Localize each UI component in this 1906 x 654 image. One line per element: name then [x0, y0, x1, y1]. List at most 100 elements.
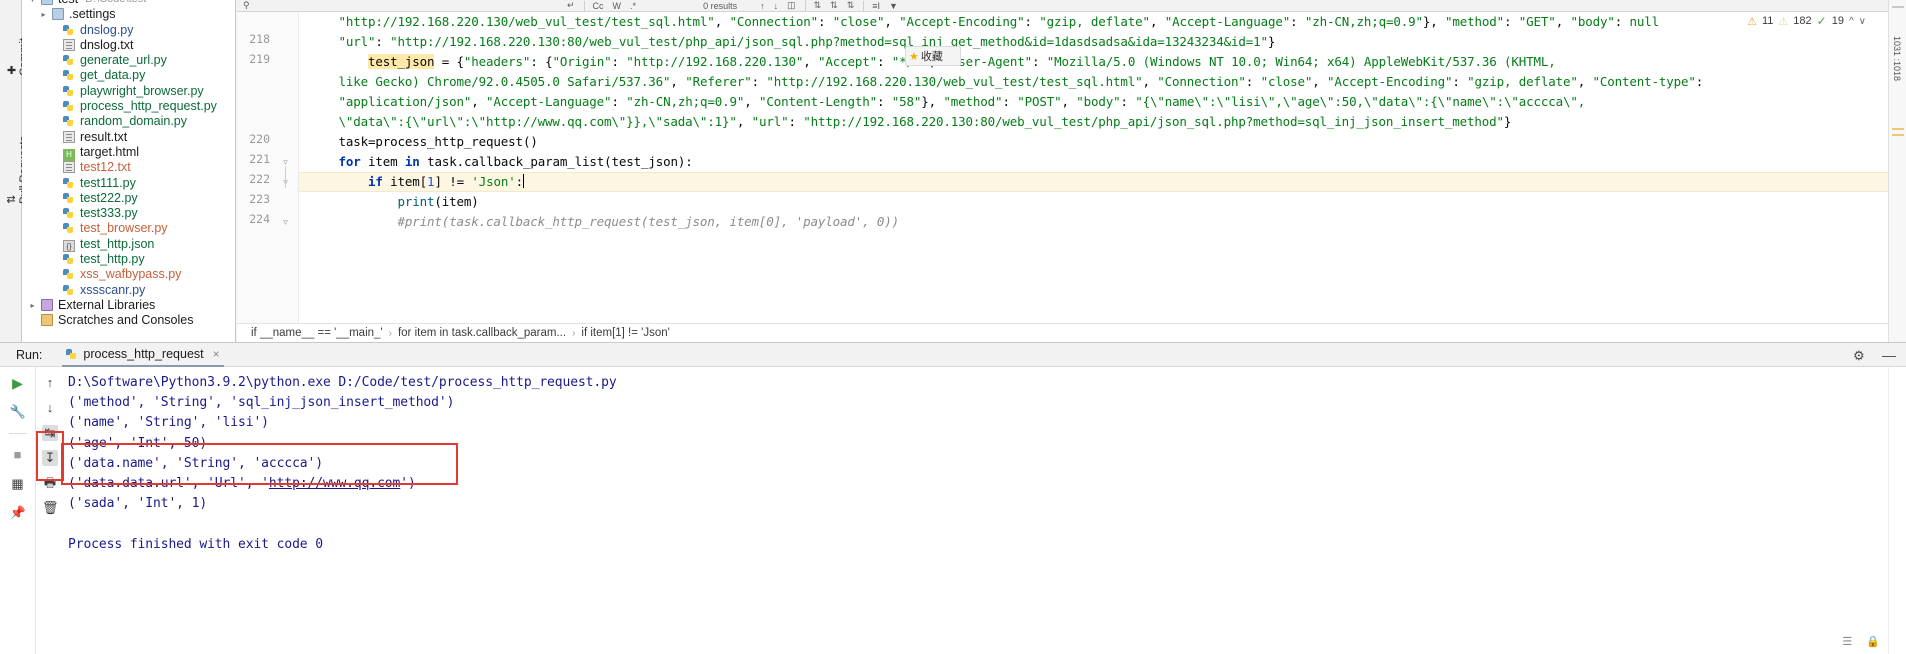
- edit-configuration-button[interactable]: 🔧: [10, 404, 26, 420]
- tree-item-generate-url-py[interactable]: generate_url.py: [22, 53, 235, 68]
- tree-item-test222-py[interactable]: test222.py: [22, 191, 235, 206]
- stop-button[interactable]: ■: [10, 447, 26, 463]
- match-case-icon[interactable]: Cc: [583, 0, 604, 11]
- settings-icon[interactable]: ⚙: [1853, 349, 1866, 362]
- code-line[interactable]: task=process_http_request(): [309, 132, 538, 152]
- tree-item-test-http-json[interactable]: {} test_http.json: [22, 237, 235, 253]
- words-icon[interactable]: W: [613, 1, 622, 11]
- py-file-icon: [63, 115, 75, 127]
- close-icon[interactable]: ×: [213, 347, 220, 361]
- tree-item-playwright-browser-py[interactable]: playwright_browser.py: [22, 84, 235, 99]
- project-tool-window[interactable]: ▾ testD:\Code\test ▸ .settingsdnslog.pydnsl…: [22, 0, 236, 400]
- tree-item-external-libraries[interactable]: ▸ External Libraries: [22, 298, 235, 313]
- rail-marker[interactable]: [1892, 128, 1904, 130]
- in-identifiers-icon[interactable]: ⇅: [847, 0, 855, 11]
- tree-item--settings[interactable]: ▸ .settings: [22, 7, 235, 22]
- tree-item-test[interactable]: ▾ testD:\Code\test: [22, 0, 235, 7]
- lock-icon[interactable]: 🔒: [1866, 635, 1880, 648]
- tree-item-scratches-and-consoles[interactable]: Scratches and Consoles: [22, 313, 235, 328]
- tree-item-test12-txt[interactable]: test12.txt: [22, 160, 235, 175]
- console-link[interactable]: http://www.qq.com: [269, 476, 400, 491]
- soft-wrap-button[interactable]: ↹: [42, 425, 58, 441]
- code-token: "http://192.168.220.130:80/web_vul_test/…: [803, 114, 1504, 129]
- favorite-tooltip[interactable]: ★ 收藏: [905, 46, 961, 66]
- chevron-right-icon[interactable]: ▸: [26, 298, 39, 313]
- scroll-to-end-button[interactable]: ↧: [42, 450, 58, 466]
- editor-gutter[interactable]: 218219220221▿222▿223224▿: [237, 12, 299, 323]
- code-line[interactable]: like Gecko) Chrome/92.0.4505.0 Safari/53…: [309, 72, 1704, 92]
- event-log-icon[interactable]: ☰: [1842, 635, 1852, 648]
- chevron-down-icon[interactable]: ▾: [26, 0, 39, 7]
- file-icon-wrap: [61, 99, 77, 114]
- tree-item-dnslog-txt[interactable]: dnslog.txt: [22, 38, 235, 53]
- tree-item-test333-py[interactable]: test333.py: [22, 206, 235, 221]
- code-fold-icon[interactable]: ▿: [281, 218, 290, 227]
- find-input-wrap[interactable]: ⚲: [237, 0, 567, 11]
- breadcrumb-item-1[interactable]: for item in task.callback_param...: [398, 327, 566, 339]
- code-line[interactable]: if item[1] != 'Json':: [309, 172, 524, 192]
- code-line[interactable]: "url": "http://192.168.220.130:80/web_vu…: [309, 32, 1276, 52]
- tree-item-xssscanr-py[interactable]: xssscanr.py: [22, 283, 235, 298]
- select-all-icon[interactable]: ◫: [787, 0, 796, 11]
- scratch-file-icon: [41, 314, 53, 327]
- editor-scrollbar-rail[interactable]: 1031 :1018: [1888, 0, 1906, 342]
- code-line[interactable]: #print(task.callback_http_request(test_j…: [309, 212, 900, 232]
- inspection-status-widget[interactable]: ⚠ 11 ⚠ 182 ✓ 19 ^ ∨: [1747, 14, 1866, 28]
- breadcrumb[interactable]: if __name__ == '__main_' › for item in t…: [237, 323, 1888, 342]
- find-toolbar-actions[interactable]: ↵ Cc W .* 0 results ↑ ↓ ◫ ⇅ ⇅ ⇅ ≡I ▼: [567, 0, 898, 11]
- run-tab-title: process_http_request: [83, 346, 204, 361]
- tab-process-http-request[interactable]: process_http_request ×: [62, 343, 224, 367]
- in-literals-icon[interactable]: ⇅: [830, 0, 838, 11]
- code-token: ,: [744, 94, 759, 109]
- chevron-right-icon[interactable]: ▸: [37, 7, 50, 22]
- rail-marker-close[interactable]: [1892, 6, 1904, 8]
- find-next-icon[interactable]: ↓: [774, 1, 779, 11]
- regex-icon[interactable]: .*: [630, 1, 636, 11]
- editor-code-area[interactable]: "http://192.168.220.130/web_vul_test/tes…: [299, 12, 1888, 323]
- console-scrollbar[interactable]: [1888, 367, 1906, 654]
- tree-item-test111-py[interactable]: test111.py: [22, 176, 235, 191]
- code-token: ,: [736, 114, 752, 129]
- caret-row-highlight: [299, 172, 1888, 192]
- tree-item-random-domain-py[interactable]: random_domain.py: [22, 114, 235, 129]
- tree-item-label: test333.py: [80, 206, 138, 221]
- filter-icon[interactable]: ▼: [889, 1, 898, 11]
- tree-item-target-html[interactable]: Htarget.html: [22, 145, 235, 162]
- code-token: "method": [943, 94, 1003, 109]
- tree-item-test-browser-py[interactable]: test_browser.py: [22, 221, 235, 236]
- breadcrumb-item-2[interactable]: if item[1] != 'Json': [581, 327, 669, 339]
- servers-button[interactable]: ▦: [10, 476, 26, 492]
- filter-lines-icon[interactable]: ≡I: [863, 0, 880, 11]
- code-line[interactable]: "http://192.168.220.130/web_vul_test/tes…: [309, 12, 1660, 32]
- rail-marker[interactable]: [1892, 134, 1904, 136]
- run-console-output[interactable]: D:\Software\Python3.9.2\python.exe D:/Co…: [64, 367, 1888, 654]
- code-line[interactable]: for item in task.callback_param_list(tes…: [309, 152, 693, 172]
- code-token: process_http_request: [375, 134, 523, 149]
- enter-icon[interactable]: ↵: [567, 0, 575, 11]
- tree-item-process-http-request-py[interactable]: process_http_request.py: [22, 99, 235, 114]
- clear-all-button[interactable]: 🗑: [42, 500, 59, 516]
- chevron-down-icon[interactable]: ∨: [1859, 16, 1866, 27]
- hide-icon[interactable]: —: [1882, 348, 1896, 362]
- tree-item-test-http-py[interactable]: test_http.py: [22, 252, 235, 267]
- breadcrumb-item-0[interactable]: if __name__ == '__main_': [251, 327, 383, 339]
- code-line[interactable]: \"data\":{\"url\":\"http://www.qq.com\"}…: [309, 112, 1512, 132]
- tree-item-dnslog-py[interactable]: dnslog.py: [22, 23, 235, 38]
- in-comments-icon[interactable]: ⇅: [804, 0, 821, 11]
- code-line[interactable]: "application/json", "Accept-Language": "…: [309, 92, 1586, 112]
- rerun-button[interactable]: ▶: [10, 375, 26, 391]
- find-prev-icon[interactable]: ↑: [760, 1, 765, 11]
- favorite-tooltip-label: 收藏: [920, 51, 943, 63]
- down-stack-trace-button[interactable]: ↓: [42, 400, 58, 416]
- pin-button[interactable]: 📌: [10, 505, 26, 521]
- tree-item-xss-wafbypass-py[interactable]: xss_wafbypass.py: [22, 267, 235, 282]
- print-button[interactable]: 🖶: [42, 475, 58, 491]
- chevron-up-icon[interactable]: ^: [1849, 16, 1854, 27]
- tree-item-get-data-py[interactable]: get_data.py: [22, 68, 235, 83]
- find-toolbar[interactable]: ⚲ ↵ Cc W .* 0 results ↑ ↓ ◫ ⇅ ⇅ ⇅ ≡I ▼: [237, 0, 1888, 12]
- tree-item-result-txt[interactable]: result.txt: [22, 130, 235, 145]
- code-line[interactable]: print(item): [309, 192, 479, 212]
- code-editor[interactable]: 218219220221▿222▿223224▿ "http://192.168…: [237, 0, 1888, 323]
- up-stack-trace-button[interactable]: ↑: [42, 375, 58, 391]
- py-file-icon: [63, 100, 75, 112]
